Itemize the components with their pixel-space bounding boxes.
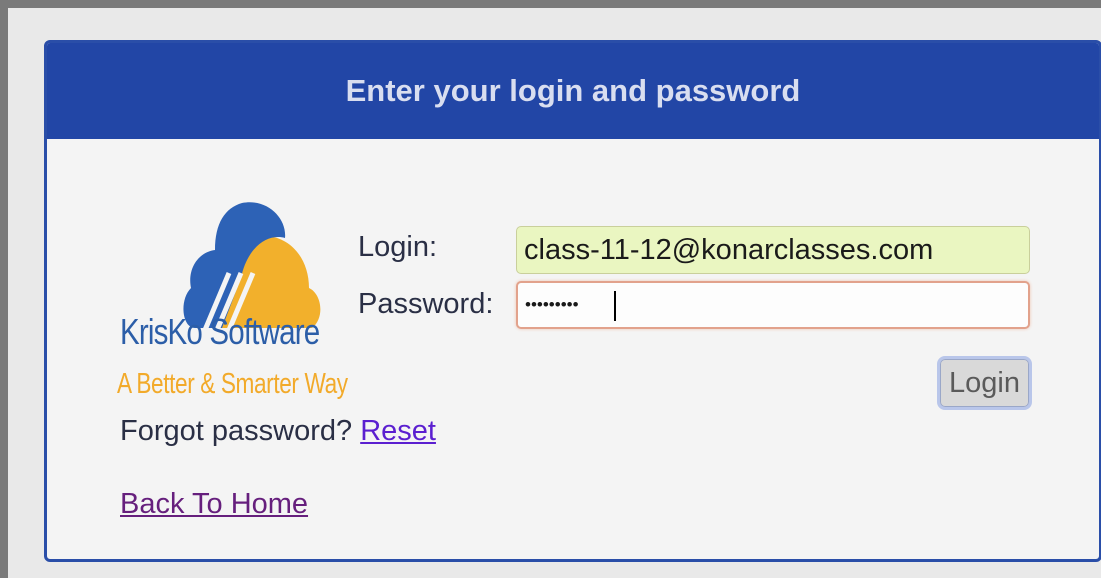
login-dialog: Enter your login and password KrisKo Sof… <box>44 40 1101 562</box>
text-caret <box>614 291 616 321</box>
login-button[interactable]: Login <box>937 356 1032 410</box>
back-to-home-link[interactable]: Back To Home <box>120 488 308 521</box>
password-label: Password: <box>358 288 494 320</box>
page-background: Enter your login and password KrisKo Sof… <box>8 8 1101 578</box>
login-label: Login: <box>358 231 438 263</box>
forgot-password-row: Forgot password? Reset <box>120 415 436 448</box>
reset-link[interactable]: Reset <box>360 415 436 447</box>
dialog-title: Enter your login and password <box>47 43 1099 139</box>
logo-name: KrisKo Software <box>120 311 320 352</box>
password-input[interactable] <box>516 281 1030 329</box>
logo-tagline: A Better & Smarter Way <box>117 368 348 400</box>
login-input[interactable] <box>516 226 1030 274</box>
forgot-password-text: Forgot password? <box>120 415 353 447</box>
